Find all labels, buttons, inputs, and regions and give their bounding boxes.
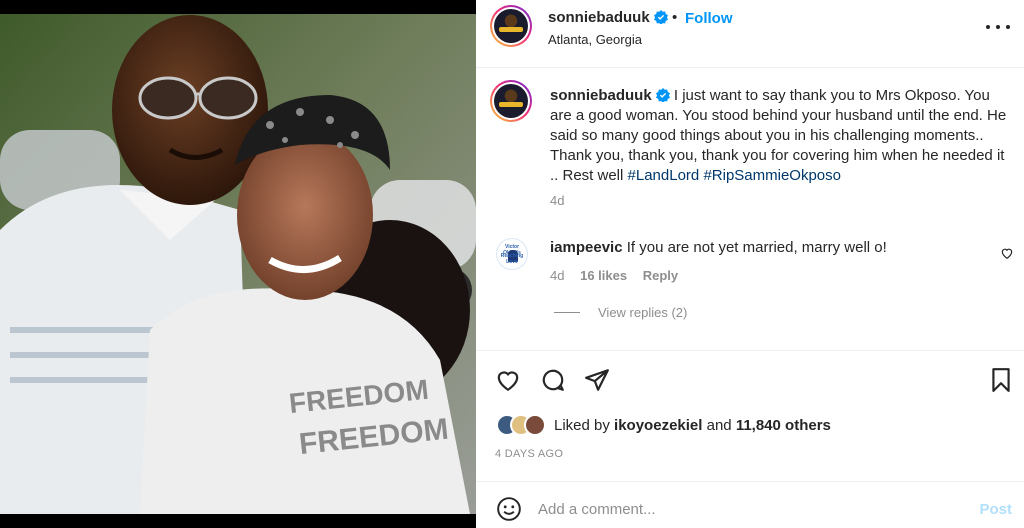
header-separator: • — [672, 9, 678, 26]
verified-badge-icon — [655, 88, 670, 102]
more-options-icon[interactable] — [986, 17, 1010, 37]
liked-by-prefix: Liked by — [554, 416, 610, 434]
likes-summary: Liked by ikoyoezekiel and 11,840 others — [496, 412, 831, 438]
post-header: sonniebaduuk • Follow Atlanta, Georgia — [476, 0, 1024, 68]
share-icon[interactable] — [584, 367, 610, 393]
post-photo-illustration: FREEDOM FREEDOM — [0, 0, 476, 528]
liked-by-and: and — [706, 416, 732, 434]
action-bar — [476, 350, 1024, 408]
like-heart-icon[interactable] — [495, 367, 521, 393]
comment-likes-count[interactable]: 16 likes — [580, 268, 627, 283]
post-timestamp[interactable]: 4 DAYS AGO — [495, 448, 563, 460]
hashtag-link[interactable]: #LandLord — [628, 167, 700, 184]
commenter-avatar[interactable]: Victor Okhai's Reaching Love — [496, 238, 528, 270]
comment-timestamp[interactable]: 4d — [550, 268, 564, 283]
view-replies-label: View replies (2) — [598, 305, 688, 320]
liked-by-user[interactable]: ikoyoezekiel — [614, 417, 702, 434]
verified-badge-icon — [653, 10, 668, 24]
emoji-icon[interactable] — [496, 496, 522, 522]
post-comment-button[interactable]: Post — [979, 501, 1012, 518]
liked-by-others[interactable]: 11,840 others — [736, 417, 831, 434]
commenter-username[interactable]: iampeevic — [550, 239, 623, 256]
follow-button[interactable]: Follow — [685, 10, 733, 27]
author-username[interactable]: sonniebaduuk — [548, 9, 650, 26]
save-bookmark-icon[interactable] — [988, 367, 1014, 393]
post-photo[interactable]: FREEDOM FREEDOM — [0, 0, 476, 528]
comment-input[interactable] — [538, 496, 958, 522]
caption-username[interactable]: sonniebaduuk — [550, 87, 652, 104]
comment-text: If you are not yet married, marry well o… — [626, 239, 887, 256]
view-replies-button[interactable]: View replies (2) — [554, 305, 687, 320]
author-avatar[interactable] — [490, 5, 532, 47]
caption-author-avatar[interactable] — [490, 80, 532, 122]
liker-avatar[interactable] — [524, 414, 546, 436]
comment-icon[interactable] — [540, 367, 566, 393]
post-location[interactable]: Atlanta, Georgia — [548, 32, 642, 47]
caption-timestamp[interactable]: 4d — [550, 193, 564, 208]
add-comment-bar: Post — [476, 481, 1024, 528]
post-sidebar: sonniebaduuk • Follow Atlanta, Georgia s… — [476, 0, 1024, 528]
comment-like-icon[interactable] — [1000, 246, 1014, 260]
reply-button[interactable]: Reply — [643, 268, 678, 283]
hashtag-link[interactable]: #RipSammieOkposo — [703, 167, 841, 184]
